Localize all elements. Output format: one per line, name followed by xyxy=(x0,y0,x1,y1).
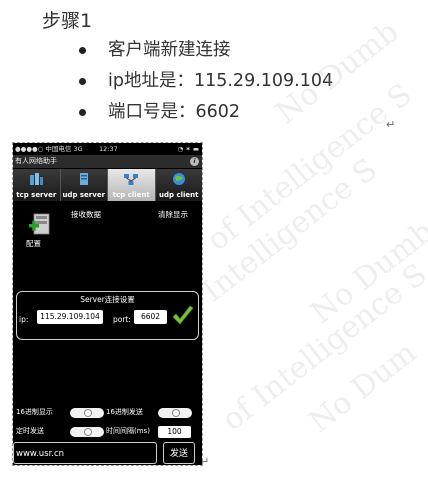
clear-display-button[interactable]: 清除显示 xyxy=(158,209,188,220)
bullet-dot xyxy=(79,78,86,85)
app-title-bar: 有人网络助手 i xyxy=(13,155,202,168)
confirm-check-icon[interactable] xyxy=(171,305,195,327)
udp-server-icon xyxy=(79,173,88,185)
list-item: 端口号是：6602 xyxy=(79,98,333,129)
bullet-dot xyxy=(79,47,86,54)
status-bar: ●●●●○ 中国电信 3G 12:37 ◔ ✶ ▬ xyxy=(13,143,202,155)
hex-display-toggle[interactable] xyxy=(70,408,104,418)
tab-label: udp server xyxy=(62,191,106,199)
config-icon[interactable] xyxy=(27,212,51,236)
ip-label: ip: xyxy=(19,315,29,324)
interval-label: 时间间隔(ms) xyxy=(106,427,150,435)
server-settings-panel: Server连接设置 ip: 115.29.109.104 port: 6602 xyxy=(16,291,199,340)
tab-label: tcp server xyxy=(16,191,57,199)
carrier-text: ●●●●○ 中国电信 3G xyxy=(15,145,83,153)
tab-udp-server[interactable]: udp server xyxy=(60,169,108,201)
server-settings-title: Server连接设置 xyxy=(80,295,135,304)
bullet-dot xyxy=(79,109,86,116)
step-title: 步骤1 xyxy=(42,10,93,32)
bullet-text: 客户端新建连接 xyxy=(108,40,231,60)
send-text-input[interactable]: www.usr.cn xyxy=(13,442,157,464)
tab-label: udp client xyxy=(159,191,199,199)
receive-data-label: 接收数据 xyxy=(71,210,101,219)
phone-screen: ●●●●○ 中国电信 3G 12:37 ◔ ✶ ▬ 有人网络助手 i tcp s… xyxy=(12,142,203,466)
tab-udp-client[interactable]: udp client xyxy=(155,169,202,201)
send-button[interactable]: 发送 xyxy=(163,442,195,464)
tcp-client-icon xyxy=(124,174,139,185)
hex-send-label: 16进制发送 xyxy=(106,408,143,416)
toggle-knob xyxy=(84,409,92,417)
udp-client-icon xyxy=(172,173,185,185)
status-icons: ◔ ✶ ▬ xyxy=(177,145,199,153)
list-item: 客户端新建连接 xyxy=(79,36,333,67)
interval-input[interactable]: 100 xyxy=(158,426,191,438)
clock-text: 12:37 xyxy=(99,145,118,153)
toggle-knob xyxy=(84,428,92,436)
bullet-text: ip地址是：115.29.109.104 xyxy=(108,71,334,91)
port-input[interactable]: 6602 xyxy=(134,310,167,324)
port-label: port: xyxy=(113,315,131,324)
timed-send-label: 定时发送 xyxy=(16,427,44,435)
tab-bar: tcp server udp server tcp client udp cli… xyxy=(13,169,202,201)
ip-input[interactable]: 115.29.109.104 xyxy=(37,310,103,324)
info-icon[interactable]: i xyxy=(190,157,199,166)
timed-send-toggle[interactable] xyxy=(70,427,104,437)
app-title: 有人网络助手 xyxy=(15,157,57,165)
tab-label: tcp client xyxy=(112,191,150,199)
hex-send-toggle[interactable] xyxy=(158,408,192,418)
watermark-text: No Dumb xyxy=(304,214,428,331)
toggle-knob xyxy=(172,409,180,417)
list-item: ip地址是：115.29.109.104 xyxy=(79,67,334,98)
bullet-text: 端口号是：6602 xyxy=(108,102,241,122)
watermark-text: of Intelligence S xyxy=(215,256,428,439)
config-label[interactable]: 配置 xyxy=(26,238,41,249)
bullet-list: 客户端新建连接 ip地址是：115.29.109.104 端口号是：6602 xyxy=(79,36,334,129)
tab-tcp-client[interactable]: tcp client xyxy=(108,169,156,201)
hex-display-label: 16进制显示 xyxy=(16,408,53,416)
paragraph-mark: ↵ xyxy=(386,118,396,131)
tab-tcp-server[interactable]: tcp server xyxy=(13,169,61,201)
watermark-text: No Dum xyxy=(302,335,424,440)
tcp-server-icon xyxy=(30,173,44,185)
